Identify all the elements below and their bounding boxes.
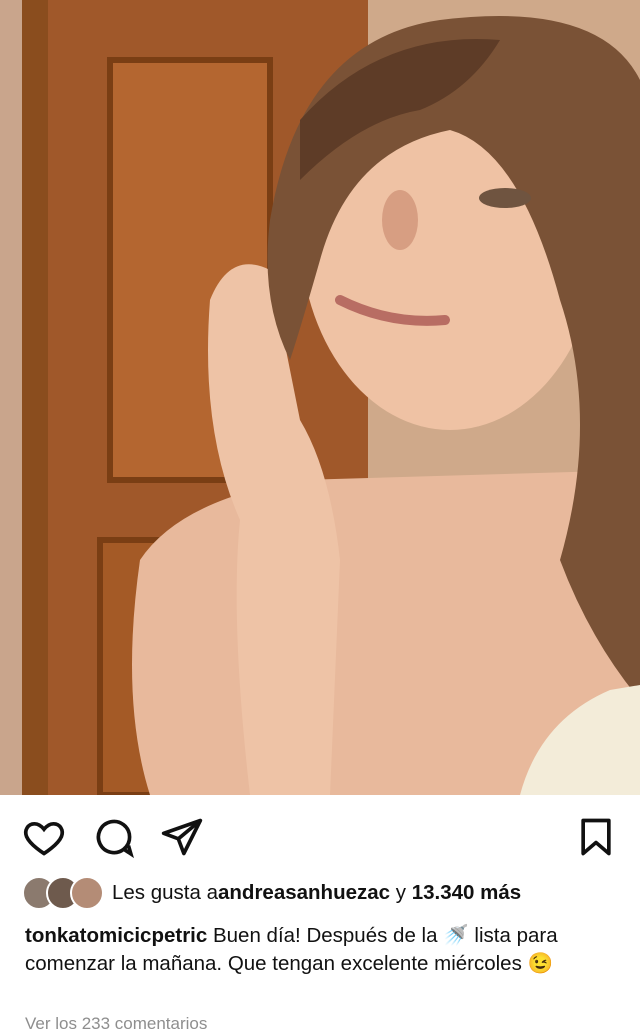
action-bar [0, 795, 640, 875]
shower-emoji: 🚿 [443, 924, 469, 947]
post-photo[interactable] [0, 0, 640, 795]
selfie-photo [0, 0, 640, 795]
likes-prefix: Les gusta a [112, 881, 218, 904]
likes-count[interactable]: 13.340 más [412, 881, 521, 905]
comment-icon[interactable] [92, 815, 136, 859]
post-caption: tonkatomicicpetric Buen día! Después de … [25, 922, 622, 978]
likes-row: Les gusta a andreasanhuezac y 13.340 más [22, 873, 630, 913]
view-comments-link[interactable]: Ver los 233 comentarios [25, 1014, 207, 1034]
likes-joiner: y [390, 881, 412, 904]
liker-avatars[interactable] [22, 876, 106, 910]
liker-username[interactable]: andreasanhuezac [218, 881, 390, 905]
avatar[interactable] [70, 876, 104, 910]
caption-text: Buen día! Después de la [207, 924, 444, 947]
heart-icon[interactable] [22, 815, 66, 859]
bookmark-icon[interactable] [574, 815, 618, 859]
send-icon[interactable] [160, 815, 204, 859]
wink-emoji: 😉 [527, 952, 554, 975]
caption-username[interactable]: tonkatomicicpetric [25, 924, 207, 947]
